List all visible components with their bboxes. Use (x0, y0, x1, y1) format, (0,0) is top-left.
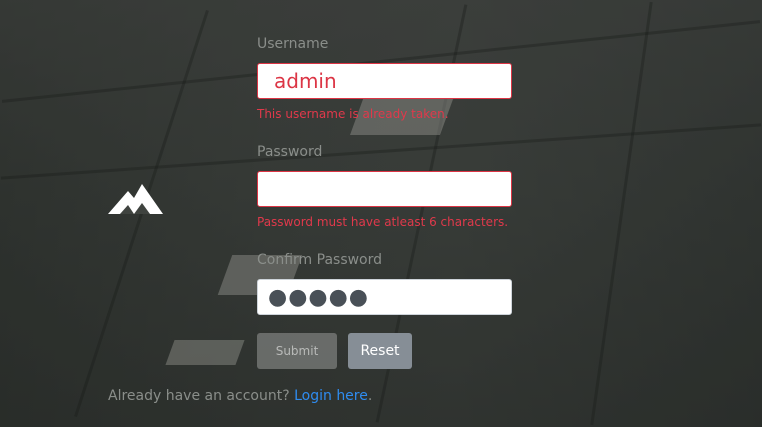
form-buttons: Submit Reset (257, 333, 512, 369)
login-prompt: Already have an account? Login here. (108, 386, 372, 406)
username-field-wrapper (257, 63, 512, 99)
reset-button[interactable]: Reset (348, 333, 412, 369)
confirm-password-input[interactable] (258, 280, 511, 314)
login-link[interactable]: Login here (294, 388, 368, 404)
login-prompt-text: Already have an account? (108, 388, 290, 404)
password-input[interactable] (258, 172, 511, 206)
password-field-wrapper (257, 171, 512, 207)
password-label: Password (257, 144, 323, 160)
signup-form: Username This username is already taken.… (257, 34, 512, 369)
login-prompt-period: . (367, 388, 373, 404)
username-input[interactable] (258, 64, 511, 98)
confirm-password-field-wrapper (257, 279, 512, 315)
submit-button[interactable]: Submit (257, 333, 337, 369)
mountain-icon (108, 183, 164, 215)
password-error: Password must have atleast 6 characters. (257, 215, 509, 229)
confirm-password-label: Confirm Password (257, 252, 383, 268)
username-error: This username is already taken. (257, 107, 449, 121)
username-label: Username (257, 36, 329, 52)
